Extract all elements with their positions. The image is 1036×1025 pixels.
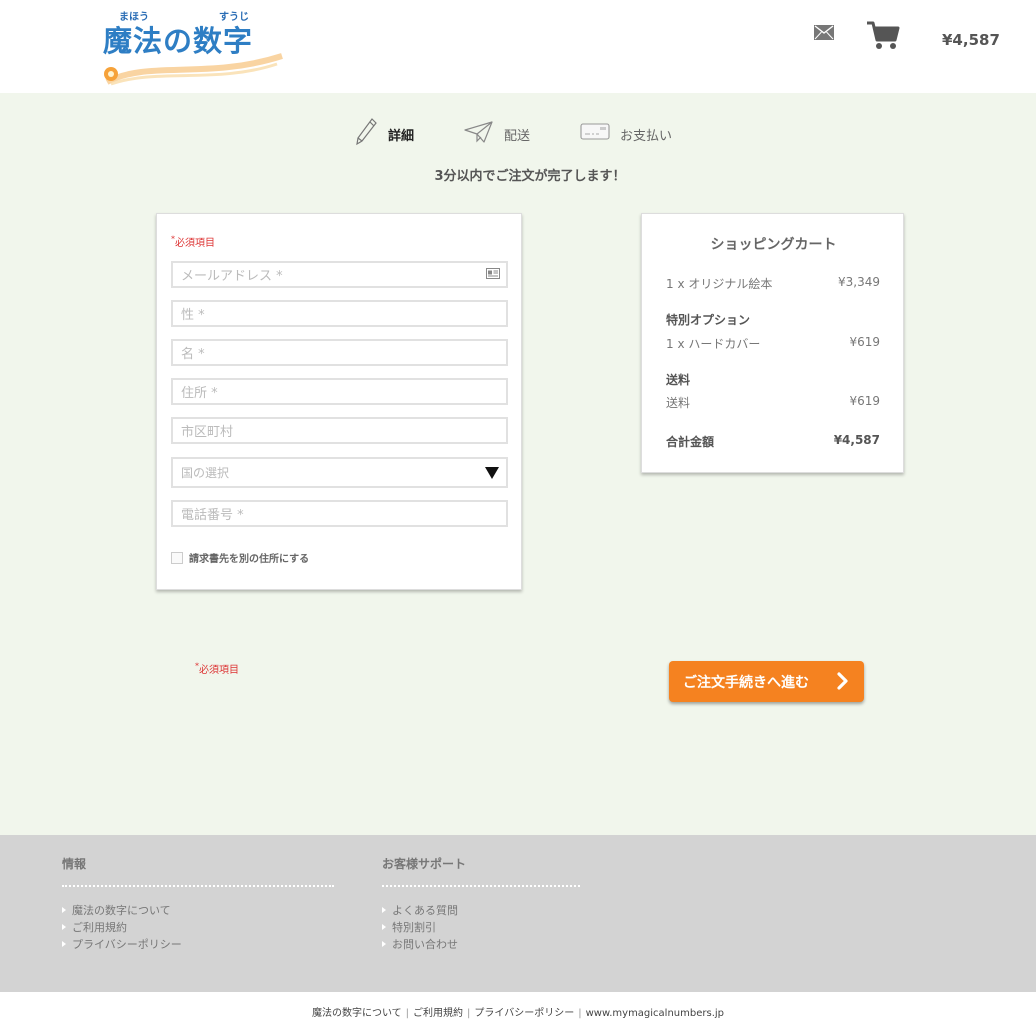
billing-address-option: 請求書先を別の住所にする: [171, 550, 309, 565]
total-price: ¥4,587: [833, 433, 880, 447]
shipping-label: 送料: [666, 396, 691, 410]
footer-link-label: 魔法の数字について: [72, 903, 171, 917]
contact-card-icon: [486, 268, 500, 283]
last-name-field[interactable]: 性 *: [171, 300, 508, 327]
step-payment-label: お支払い: [620, 128, 673, 144]
required-note: *必須項目: [171, 234, 215, 249]
footer-link[interactable]: 魔法の数字について: [62, 901, 334, 918]
bottom-domain[interactable]: www.mymagicalnumbers.jp: [586, 1008, 724, 1019]
caret-right-icon: [62, 906, 66, 913]
intro-text: 3分以内でご注文が完了します！: [434, 169, 626, 184]
mail-icon[interactable]: [814, 25, 834, 44]
footer-info-heading: 情報: [62, 857, 87, 871]
address-placeholder: 住所 *: [181, 386, 218, 401]
city-placeholder: 市区町村: [181, 425, 234, 440]
footer-link[interactable]: 特別割引: [382, 918, 580, 935]
paper-plane-icon: [464, 120, 494, 148]
address-field[interactable]: 住所 *: [171, 378, 508, 405]
proceed-to-checkout-button[interactable]: ご注文手続きへ進む: [669, 661, 864, 702]
caret-right-icon: [62, 940, 66, 947]
cart-icon[interactable]: [866, 20, 900, 54]
dropdown-arrow-icon: [485, 467, 499, 479]
required-note-text: 必須項目: [175, 238, 215, 249]
footer-link[interactable]: ご利用規約: [62, 918, 334, 935]
caret-right-icon: [382, 940, 386, 947]
caret-right-icon: [62, 923, 66, 930]
shipping-row: 送料 ¥619: [666, 394, 880, 411]
shipping-heading: 送料: [666, 373, 691, 387]
bottom-link-terms[interactable]: ご利用規約: [413, 1008, 463, 1019]
options-heading-row: 特別オプション: [666, 311, 880, 328]
pencil-icon: [354, 117, 378, 151]
cart-item-price: ¥3,349: [838, 275, 880, 289]
first-name-placeholder: 名 *: [181, 347, 205, 362]
credit-card-icon: [580, 122, 610, 146]
footer-divider: [62, 885, 334, 887]
required-note-bottom: *必須項目: [195, 661, 239, 676]
site-footer: 情報 魔法の数字について ご利用規約 プライバシーポリシー お客様サポート よく…: [0, 835, 1036, 992]
header-cart-total[interactable]: ¥4,587: [942, 31, 1000, 49]
logo-swirl-icon: [104, 53, 283, 86]
email-placeholder: メールアドレス *: [181, 269, 283, 284]
billing-address-label[interactable]: 請求書先を別の住所にする: [189, 550, 309, 565]
footer-support-column: お客様サポート よくある質問 特別割引 お問い合わせ: [382, 855, 580, 952]
footer-divider: [382, 885, 580, 887]
footer-link-label: よくある質問: [392, 903, 458, 917]
cart-item-label: 1 x オリジナル絵本: [666, 277, 773, 291]
separator: |: [467, 1008, 471, 1019]
footer-link-label: お問い合わせ: [392, 937, 458, 951]
bottom-link-privacy[interactable]: プライバシーポリシー: [474, 1008, 574, 1019]
footer-support-heading: お客様サポート: [382, 857, 467, 871]
separator: |: [578, 1008, 582, 1019]
cart-option-row: 1 x ハードカバー ¥619: [666, 335, 880, 352]
cart-option-price: ¥619: [849, 335, 880, 349]
site-header: まほう すうじ 魔法の数字 ¥4,587: [0, 0, 1036, 93]
country-select-value: 国の選択: [181, 466, 230, 480]
cart-item-row: 1 x オリジナル絵本 ¥3,349: [666, 275, 880, 292]
email-field[interactable]: メールアドレス *: [171, 261, 508, 288]
step-details[interactable]: 詳細: [354, 117, 414, 151]
shipping-price: ¥619: [849, 394, 880, 408]
caret-right-icon: [382, 906, 386, 913]
chevron-right-icon: [836, 672, 850, 693]
city-field[interactable]: 市区町村: [171, 417, 508, 444]
first-name-field[interactable]: 名 *: [171, 339, 508, 366]
footer-link[interactable]: よくある質問: [382, 901, 580, 918]
step-shipping[interactable]: 配送: [464, 117, 530, 151]
proceed-button-label: ご注文手続きへ進む: [683, 673, 809, 690]
step-details-label: 詳細: [388, 128, 415, 144]
footer-link-label: 特別割引: [392, 920, 436, 934]
shopping-cart-summary: ショッピングカート 1 x オリジナル絵本 ¥3,349 特別オプション 1 x…: [641, 213, 904, 473]
required-note-bottom-text: 必須項目: [199, 665, 239, 676]
checkout-steps: 詳細 配送 お支払い: [0, 117, 1036, 151]
last-name-placeholder: 性 *: [181, 308, 205, 323]
country-select[interactable]: 国の選択: [171, 457, 508, 488]
bottom-link-bar: 魔法の数字について | ご利用規約 | プライバシーポリシー | www.mymagical…: [0, 992, 1036, 1025]
footer-link[interactable]: プライバシーポリシー: [62, 935, 334, 952]
step-payment[interactable]: お支払い: [580, 117, 672, 151]
bottom-link-about[interactable]: 魔法の数字について: [312, 1008, 402, 1019]
step-shipping-label: 配送: [504, 128, 531, 144]
footer-link-label: ご利用規約: [72, 920, 127, 934]
total-label: 合計金額: [666, 435, 715, 449]
footer-info-column: 情報 魔法の数字について ご利用規約 プライバシーポリシー: [62, 855, 334, 952]
billing-address-checkbox[interactable]: [171, 551, 183, 564]
options-heading: 特別オプション: [666, 313, 751, 327]
cart-title: ショッピングカート: [710, 237, 837, 253]
phone-placeholder: 電話番号 *: [181, 508, 244, 523]
site-logo[interactable]: まほう すうじ 魔法の数字: [97, 6, 287, 86]
caret-right-icon: [382, 923, 386, 930]
footer-link-label: プライバシーポリシー: [72, 937, 182, 951]
separator: |: [405, 1008, 410, 1019]
footer-link[interactable]: お問い合わせ: [382, 935, 580, 952]
shipping-heading-row: 送料: [666, 371, 880, 388]
total-row: 合計金額 ¥4,587: [666, 433, 880, 450]
phone-field[interactable]: 電話番号 *: [171, 500, 508, 527]
cart-option-label: 1 x ハードカバー: [666, 337, 761, 351]
customer-details-form: *必須項目 メールアドレス * 性 * 名 * 住所 * 市区町村 国の選択 電…: [156, 213, 522, 590]
